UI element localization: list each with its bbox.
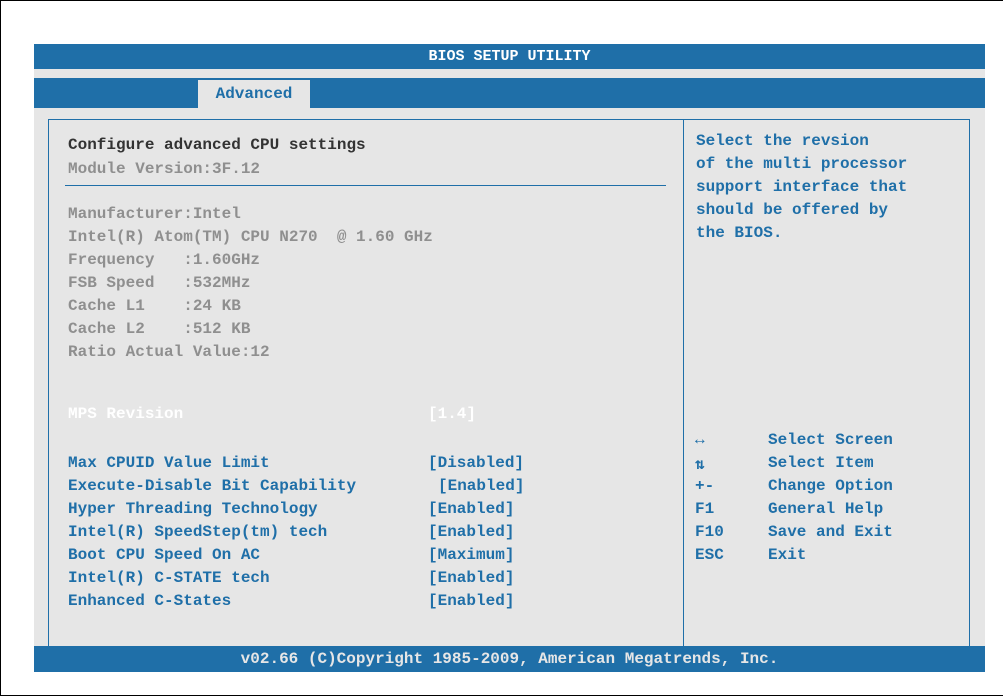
key-desc: General Help [768,500,884,518]
info-cpu-model: Intel(R) Atom(TM) CPU N270 @ 1.60 GHz [68,228,433,246]
key-desc: Change Option [768,477,893,495]
option-max-cpuid-value[interactable]: [Disabled] [428,454,524,472]
option-mps-revision-label[interactable]: MPS Revision [68,405,183,423]
key-row: ↔ Select Screen [695,431,965,454]
option-speedstep-value[interactable]: [Enabled] [428,523,514,541]
key-desc: Save and Exit [768,523,893,541]
info-frequency: Frequency :1.60GHz [68,251,261,269]
key-desc: Select Item [768,454,874,472]
option-hyper-threading-label[interactable]: Hyper Threading Technology [68,500,318,518]
key-desc: Select Screen [768,431,893,449]
tab-advanced[interactable]: Advanced [198,80,310,108]
option-enhanced-c-states-value[interactable]: [Enabled] [428,592,514,610]
option-mps-revision-value[interactable]: [1.4] [428,405,476,423]
option-enhanced-c-states-label[interactable]: Enhanced C-States [68,592,231,610]
info-manufacturer: Manufacturer:Intel [68,205,241,223]
up-down-arrow-icon: ⇅ [695,456,705,474]
option-execute-disable-label[interactable]: Execute-Disable Bit Capability [68,477,356,495]
key-row: ESC Exit [695,546,965,569]
key-row: ⇅ Select Item [695,454,965,477]
section-heading: Configure advanced CPU settings [68,136,366,154]
help-pane: Select the revsion of the multi processo… [684,120,969,649]
settings-pane: Configure advanced CPU settings Module V… [49,120,684,649]
key-label: F10 [695,523,724,541]
key-row: F10 Save and Exit [695,523,965,546]
bios-screen: BIOS SETUP UTILITY Advanced Configure ad… [34,44,985,672]
module-version: Module Version:3F.12 [68,160,261,178]
copyright-footer: v02.66 (C)Copyright 1985-2009, American … [34,646,985,672]
option-c-state-value[interactable]: [Enabled] [428,569,514,587]
left-right-arrow-icon: ↔ [695,431,705,449]
option-boot-cpu-speed-value[interactable]: [Maximum] [428,546,514,564]
info-cache-l2: Cache L2 :512 KB [68,320,251,338]
section-divider [65,185,666,186]
key-label: ESC [695,546,724,564]
key-row: +- Change Option [695,477,965,500]
option-c-state-label[interactable]: Intel(R) C-STATE tech [68,569,270,587]
option-hyper-threading-value[interactable]: [Enabled] [428,500,514,518]
window-title: BIOS SETUP UTILITY [34,44,985,69]
info-fsb-speed: FSB Speed :532MHz [68,274,251,292]
key-label: +- [695,477,715,495]
info-cache-l1: Cache L1 :24 KB [68,297,241,315]
key-desc: Exit [768,546,807,564]
info-ratio: Ratio Actual Value:12 [68,343,270,361]
key-legend: ↔ Select Screen ⇅ Select Item +- Change … [695,431,965,569]
key-row: F1 General Help [695,500,965,523]
option-max-cpuid-label[interactable]: Max CPUID Value Limit [68,454,270,472]
tab-bar: Advanced [34,78,985,108]
main-frame: Configure advanced CPU settings Module V… [48,119,970,650]
option-boot-cpu-speed-label[interactable]: Boot CPU Speed On AC [68,546,260,564]
help-text: Select the revsion of the multi processo… [696,132,908,242]
option-execute-disable-value[interactable]: [Enabled] [438,477,524,495]
option-speedstep-label[interactable]: Intel(R) SpeedStep(tm) tech [68,523,327,541]
key-label: F1 [695,500,715,518]
